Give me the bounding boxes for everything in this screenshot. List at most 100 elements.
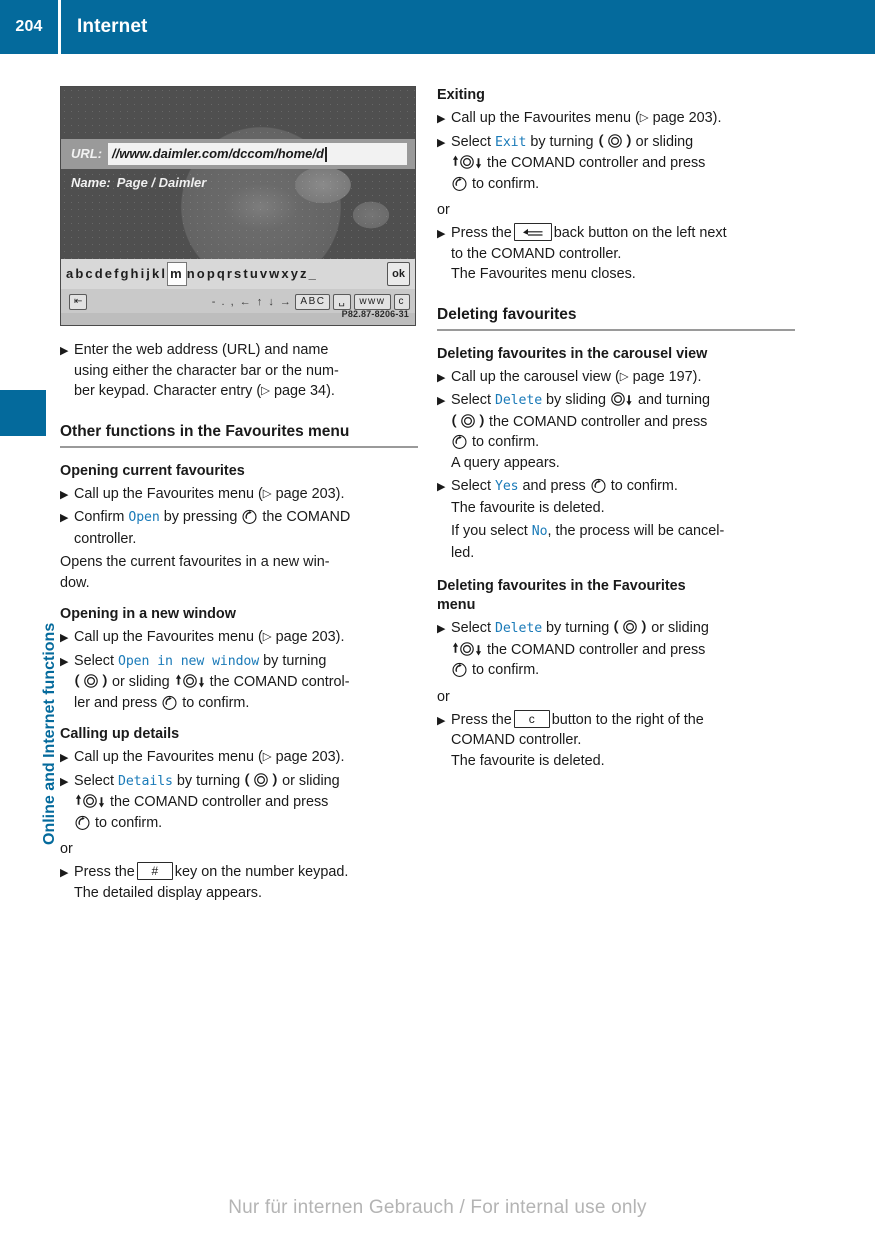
menu-item-no[interactable]: No: [532, 524, 548, 539]
or-separator-right-2: or: [437, 688, 450, 705]
step-text: Call up the Favourites menu (▷ page 203)…: [74, 627, 418, 648]
or-separator-left-1: or: [60, 841, 73, 857]
step-text-a: Confirm: [74, 509, 125, 525]
note-line-1: Opens the current favourites in a new wi…: [60, 554, 330, 570]
step-bullet-icon: ▶: [437, 481, 446, 493]
step-text: Select Yes and press to confirm. The fav…: [451, 476, 795, 518]
menu-item-open-in-new-window[interactable]: Open in new window: [118, 654, 259, 669]
right-column: Exiting ▶ Call up the Favourites menu ( ▷…: [437, 86, 795, 774]
step-text-b: by pressing: [163, 509, 238, 525]
subheading-exiting: Exiting: [437, 87, 485, 103]
step-text-c: or sliding: [112, 674, 170, 690]
step-bullet-icon: ▶: [60, 632, 69, 644]
step-select-exit: ▶ Select Exit by turning or sliding the …: [437, 132, 795, 195]
step-text-b: by sliding: [546, 392, 607, 408]
slide-controller-icon: [75, 794, 105, 808]
step-text-d: the COMAND controller and press: [489, 413, 708, 430]
step-line-3: to confirm.: [451, 432, 795, 453]
name-row: Name: Page / Daimler: [61, 171, 415, 195]
footer-watermark: Nur für internen Gebrauch / For internal…: [228, 1197, 647, 1218]
ok-button[interactable]: ok: [387, 261, 410, 287]
page-reference: ▷ page 197: [620, 369, 693, 385]
step-text-pre: Call up the Favourites menu (: [451, 110, 640, 126]
note-line-2: dow.: [60, 574, 90, 591]
step-text-c: The detailed display appears.: [74, 884, 262, 901]
turn-controller-icon: [245, 772, 277, 787]
page-reference: ▷ page 203: [263, 749, 336, 765]
step-text-c: or sliding: [282, 772, 340, 789]
step-text-a: Select: [74, 772, 114, 789]
menu-item-open[interactable]: Open: [128, 510, 159, 525]
press-controller-icon: [242, 509, 257, 524]
press-controller-icon: [452, 662, 467, 677]
step-bullet-icon: ▶: [60, 775, 69, 788]
step-text: Select Details by turning or sliding the…: [74, 771, 418, 834]
step-text: Press the c button to the right of the COM…: [451, 709, 795, 772]
page-reference-text[interactable]: page 203: [653, 110, 713, 126]
abc-key[interactable]: ABC: [295, 294, 331, 310]
step-text-post: ).: [335, 485, 345, 502]
step-call-carousel-view: ▶ Call up the carousel view (▷ page 197)…: [437, 367, 795, 388]
step-text: Select Delete by turning or sliding the …: [451, 618, 795, 681]
step-bullet-icon: ▶: [60, 345, 69, 357]
step-bullet-icon: ▶: [60, 752, 69, 764]
comand-screenshot-figure: URL: //www.daimler.com/dccom/home/d Name…: [60, 86, 416, 326]
triangle-right-icon: ▷: [619, 370, 629, 383]
chars-after-selection: nopqrstuvwxyz_: [186, 265, 318, 281]
menu-item-delete[interactable]: Delete: [495, 621, 542, 636]
line-1: Enter the web address (URL) and name: [74, 342, 329, 358]
step-select-open-in-new-window: ▶ Select Open in new window by turning o…: [60, 651, 418, 714]
step-text-b: by turning: [546, 620, 610, 636]
step-text-d: The favourite is deleted.: [451, 499, 605, 516]
step-text-d: the COMAND control-: [209, 674, 350, 690]
clear-key-button[interactable]: c: [513, 709, 550, 728]
menu-item-exit[interactable]: Exit: [495, 135, 526, 150]
step-text: Call up the Favourites menu (▷ page 203)…: [74, 747, 418, 768]
page-reference-text[interactable]: page 34: [274, 383, 326, 399]
subheading-deleting-favourites-menu: Deleting favourites in the Favourites me…: [437, 577, 795, 615]
menu-item-delete[interactable]: Delete: [495, 393, 542, 408]
step-select-yes: ▶ Select Yes and press to confirm. The f…: [437, 476, 795, 518]
step-press-hash-key: ▶ Press the # key on the number keypad. Th…: [60, 862, 418, 903]
press-controller-icon: [75, 815, 90, 830]
step-text: Select Exit by turning or sliding the CO…: [451, 132, 795, 195]
step-text-b: back button on the left next: [553, 225, 727, 241]
line-3-pre: ber keypad. Character entry (: [74, 383, 262, 399]
step-text-a: Press the: [451, 711, 512, 728]
page-reference-text[interactable]: page 203: [276, 486, 336, 502]
triangle-right-icon: ▷: [262, 487, 272, 500]
step-bullet-icon: ▶: [437, 714, 446, 727]
character-bar[interactable]: abcdefghijkl m nopqrstuvwxyz_ ok: [61, 259, 415, 289]
step-line-3: to confirm.: [74, 813, 418, 834]
step-text-pre: Call up the Favourites menu (: [74, 629, 263, 645]
slide-controller-icon: [175, 674, 204, 688]
step-text: Confirm Open by pressing the COMAND cont…: [74, 507, 418, 549]
step-bullet-icon: ▶: [60, 867, 69, 879]
step-text-b: button to the right of the: [551, 711, 704, 728]
step-call-favourites-menu-1: ▶ Call up the Favourites menu (▷ page 20…: [60, 484, 418, 505]
back-button-key[interactable]: [513, 223, 552, 241]
step-line-2: the COMAND controller and press: [451, 412, 795, 433]
step-bullet-icon: ▶: [60, 512, 69, 524]
back-key-icon[interactable]: ⇤: [69, 294, 88, 310]
page-reference-text[interactable]: page 197: [633, 369, 693, 385]
hash-key-button[interactable]: #: [136, 862, 173, 880]
step-line-2: the COMAND controller and press: [74, 792, 418, 813]
menu-item-yes[interactable]: Yes: [495, 479, 519, 494]
step-text-a: Press the: [451, 225, 512, 241]
step-line-3: to confirm.: [451, 660, 795, 681]
step-text-c: the COMAND: [262, 509, 351, 525]
selected-character[interactable]: m: [168, 262, 186, 286]
page-reference-text[interactable]: page 203: [276, 629, 336, 645]
step-text-b: key on the number keypad.: [174, 864, 349, 880]
step-select-delete-carousel: ▶ Select Delete by sliding and turning t…: [437, 390, 795, 473]
url-input[interactable]: //www.daimler.com/dccom/home/d: [108, 143, 407, 165]
subheading-calling-up-details: Calling up details: [60, 726, 180, 742]
step-text-d: the COMAND controller and press: [110, 794, 329, 810]
step-text-pre: Call up the Favourites menu (: [74, 485, 263, 502]
page-reference: ▷ page 203: [263, 629, 336, 645]
menu-item-details[interactable]: Details: [118, 774, 173, 789]
step-press-back-button: ▶ Press the back button on the left next …: [437, 223, 795, 285]
step-select-details: ▶ Select Details by turning or sliding t…: [60, 771, 418, 834]
page-reference-text[interactable]: page 203: [276, 749, 336, 765]
